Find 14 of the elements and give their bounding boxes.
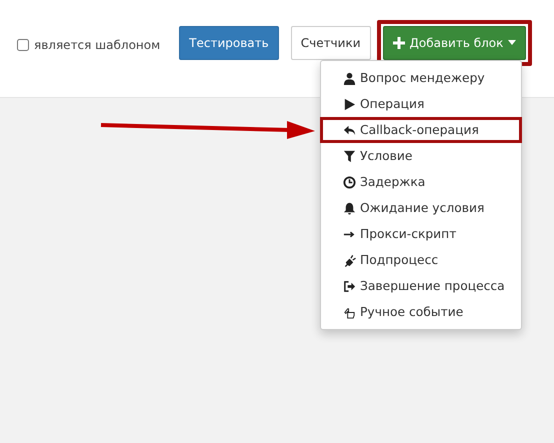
menu-item[interactable]: Операция (321, 91, 521, 117)
add-block-button[interactable]: Добавить блок (382, 26, 526, 60)
menu-item[interactable]: Ожидание условия (321, 195, 521, 221)
checkbox-label: является шаблоном (34, 38, 160, 52)
menu-item[interactable]: Условие (321, 143, 521, 169)
counters-button[interactable]: Счетчики (290, 26, 370, 60)
menu-item[interactable]: Завершение процесса (321, 273, 521, 299)
test-button[interactable]: Тестировать (179, 26, 279, 60)
menu-item[interactable]: Прокси-скрипт (321, 221, 521, 247)
menu-item[interactable]: Подпроцесс (321, 247, 521, 273)
menu-item[interactable]: Задержка (321, 169, 521, 195)
menu-item[interactable]: Вопрос мендежеру (321, 65, 521, 91)
menu-item[interactable]: Callback-операция (320, 117, 522, 143)
menu-item[interactable]: Ручное событие (321, 299, 521, 325)
